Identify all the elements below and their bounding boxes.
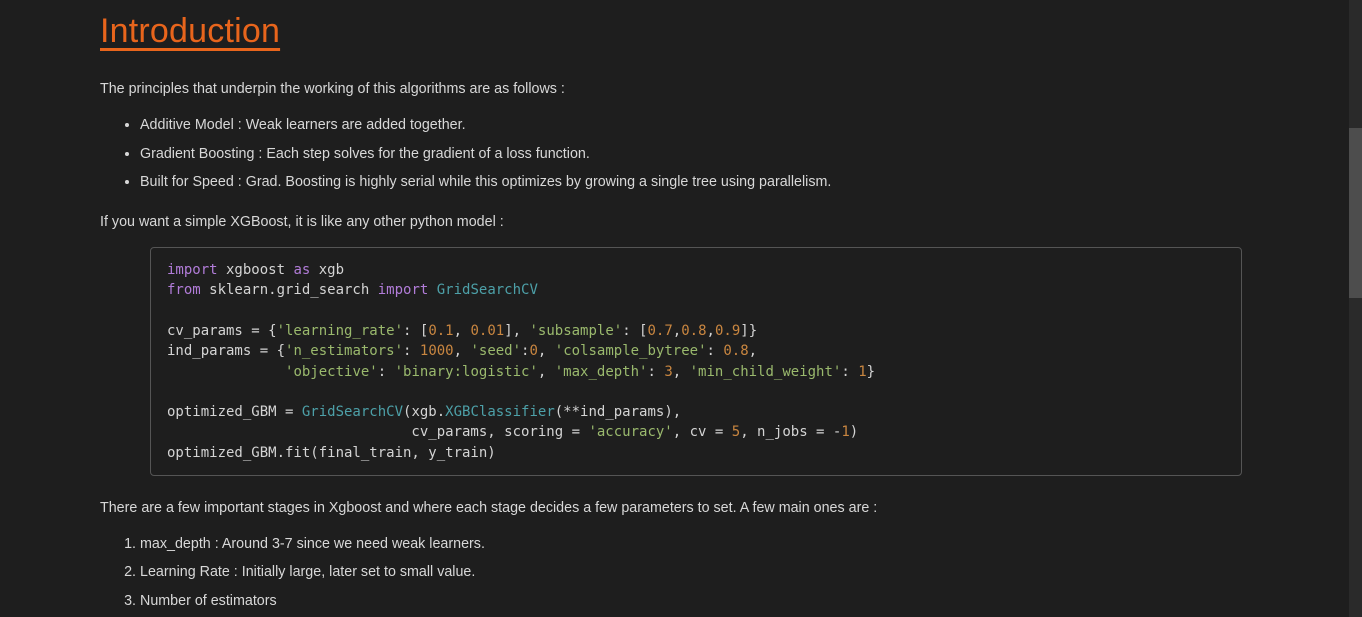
code-text: ], [504, 323, 529, 339]
principles-list: Additive Model : Weak learners are added… [100, 114, 1249, 195]
code-text: xgboost [218, 262, 294, 278]
code-number: 0.1 [428, 323, 453, 339]
code-text: sklearn.grid_search [201, 282, 378, 298]
code-text: , [673, 323, 681, 339]
code-string: 'accuracy' [588, 424, 672, 440]
code-text: cv_params = { [167, 323, 277, 339]
code-text: : [403, 343, 420, 359]
list-item: Built for Speed : Grad. Boosting is high… [140, 171, 1249, 194]
code-text: : [378, 364, 395, 380]
code-text: : [841, 364, 858, 380]
code-text: , [538, 343, 555, 359]
code-text: (**ind_params), [555, 404, 681, 420]
code-string: 'max_depth' [555, 364, 648, 380]
code-keyword: import [378, 282, 429, 298]
code-text: optimized_GBM.fit(final_train, y_train) [167, 445, 496, 461]
code-number: 1 [858, 364, 866, 380]
page-title: Introduction [100, 12, 1249, 51]
code-block: import xgboost as xgb from sklearn.grid_… [150, 247, 1242, 476]
list-item: Gradient Boosting : Each step solves for… [140, 143, 1249, 166]
code-string: 'learning_rate' [277, 323, 403, 339]
article-content: Introduction The principles that underpi… [0, 0, 1349, 617]
list-item: max_depth : Around 3-7 since we need wea… [140, 533, 1249, 557]
code-string: 'binary:logistic' [395, 364, 538, 380]
code-number: 0 [529, 343, 537, 359]
code-text: , [454, 343, 471, 359]
code-text: ) [850, 424, 858, 440]
stages-list: max_depth : Around 3-7 since we need wea… [100, 533, 1249, 617]
scrollbar-thumb[interactable] [1349, 128, 1362, 298]
code-text: , [454, 323, 471, 339]
list-item: Learning Rate : Initially large, later s… [140, 561, 1249, 585]
code-text: , [707, 323, 715, 339]
code-string: 'colsample_bytree' [555, 343, 707, 359]
code-text: ind_params = { [167, 343, 285, 359]
code-text: : [647, 364, 664, 380]
code-number: 1000 [420, 343, 454, 359]
code-text: (xgb. [403, 404, 445, 420]
scrollbar-track[interactable] [1349, 0, 1362, 617]
code-number: 0.7 [648, 323, 673, 339]
code-text: xgb [310, 262, 344, 278]
code-text [167, 364, 285, 380]
intro-paragraph: The principles that underpin the working… [100, 79, 1249, 100]
code-keyword: as [293, 262, 310, 278]
code-string: 'subsample' [529, 323, 622, 339]
code-text: ]} [740, 323, 757, 339]
list-item: Number of estimators [140, 590, 1249, 614]
code-string: 'seed' [470, 343, 521, 359]
code-string: 'min_child_weight' [690, 364, 842, 380]
code-text: } [867, 364, 875, 380]
code-number: 0.8 [681, 323, 706, 339]
body-paragraph: There are a few important stages in Xgbo… [100, 498, 1249, 519]
code-number: 0.8 [723, 343, 748, 359]
code-text: , cv = [673, 424, 732, 440]
code-number: 0.9 [715, 323, 740, 339]
document-viewport: Introduction The principles that underpi… [0, 0, 1349, 617]
code-text: , [749, 343, 757, 359]
code-text: , [538, 364, 555, 380]
code-number: 0.01 [470, 323, 504, 339]
body-paragraph: If you want a simple XGBoost, it is like… [100, 212, 1249, 233]
code-keyword: import [167, 262, 218, 278]
code-number: 1 [841, 424, 849, 440]
code-class: XGBClassifier [445, 404, 555, 420]
code-number: 5 [732, 424, 740, 440]
code-number: 3 [664, 364, 672, 380]
code-text: : [ [403, 323, 428, 339]
code-text: , n_jobs = - [740, 424, 841, 440]
code-text: : [707, 343, 724, 359]
code-keyword: from [167, 282, 201, 298]
code-class: GridSearchCV [302, 404, 403, 420]
list-item: Additive Model : Weak learners are added… [140, 114, 1249, 137]
code-text: optimized_GBM = [167, 404, 302, 420]
code-text [428, 282, 436, 298]
code-text: , [673, 364, 690, 380]
code-string: 'objective' [285, 364, 378, 380]
code-string: 'n_estimators' [285, 343, 403, 359]
code-text: : [ [622, 323, 647, 339]
code-class: GridSearchCV [437, 282, 538, 298]
code-text: cv_params, scoring = [167, 424, 588, 440]
